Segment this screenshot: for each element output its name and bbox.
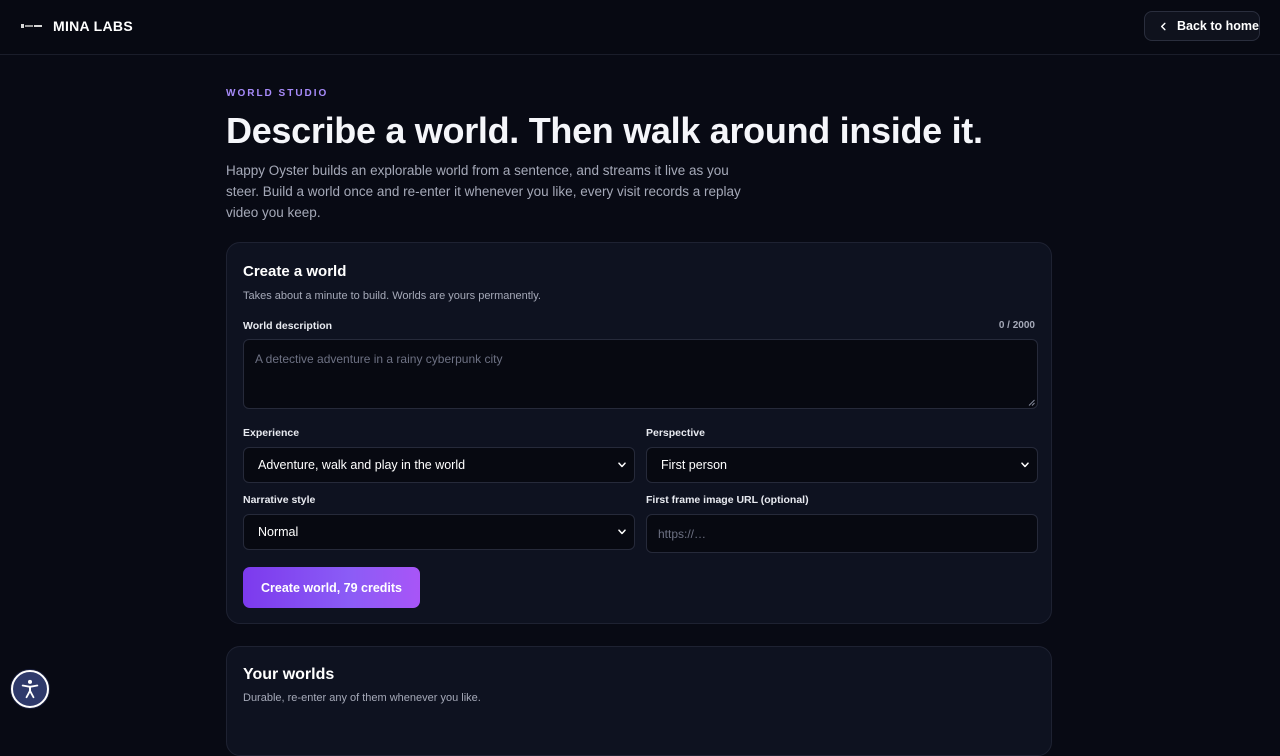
section-eyebrow: WORLD STUDIO <box>226 88 329 99</box>
back-to-home-label: Back to home <box>1177 19 1259 33</box>
perspective-select[interactable]: First person <box>646 447 1038 483</box>
perspective-label: Perspective <box>646 427 705 439</box>
your-worlds-subtitle: Durable, re-enter any of them whenever y… <box>243 692 481 704</box>
chevron-down-icon <box>618 529 626 535</box>
page-description: Happy Oyster builds an explorable world … <box>226 163 741 220</box>
brand-logo-icon <box>21 24 42 28</box>
perspective-selected-value: First person <box>661 458 727 472</box>
experience-select[interactable]: Adventure, walk and play in the world <box>243 447 635 483</box>
create-world-subtitle: Takes about a minute to build. Worlds ar… <box>243 290 541 302</box>
narrative-style-select[interactable]: Normal <box>243 514 635 550</box>
back-to-home-button[interactable]: Back to home <box>1144 11 1260 41</box>
narrative-style-selected-value: Normal <box>258 525 299 539</box>
first-frame-url-placeholder: https://… <box>658 526 707 541</box>
your-worlds-title: Your worlds <box>243 666 335 683</box>
chevron-left-icon <box>1160 22 1166 30</box>
brand-name: MINA LABS <box>53 18 133 34</box>
page-title: Describe a world. Then walk around insid… <box>226 110 983 151</box>
first-frame-url-input[interactable]: https://… <box>646 514 1038 553</box>
create-world-button[interactable]: Create world, 79 credits <box>243 567 420 608</box>
accessibility-icon <box>21 679 39 699</box>
first-frame-url-label: First frame image URL (optional) <box>646 494 809 506</box>
accessibility-button[interactable] <box>11 670 49 708</box>
world-description-placeholder: A detective adventure in a rainy cyberpu… <box>255 352 503 366</box>
create-world-title: Create a world <box>243 263 347 280</box>
experience-label: Experience <box>243 427 300 439</box>
character-counter: 0 / 2000 <box>998 320 1035 331</box>
chevron-down-icon <box>618 462 626 468</box>
your-worlds-card: Your worlds Durable, re-enter any of the… <box>226 646 1052 756</box>
chevron-down-icon <box>1021 462 1029 468</box>
experience-selected-value: Adventure, walk and play in the world <box>258 458 466 472</box>
resize-handle-icon[interactable] <box>1028 399 1035 406</box>
top-navigation-bar: MINA LABS Back to home <box>0 0 1280 55</box>
brand[interactable]: MINA LABS <box>21 18 133 34</box>
world-description-label: World description <box>243 320 333 332</box>
world-description-textarea[interactable]: A detective adventure in a rainy cyberpu… <box>243 339 1038 409</box>
narrative-style-label: Narrative style <box>243 494 316 506</box>
create-world-card: Create a world Takes about a minute to b… <box>226 242 1052 624</box>
